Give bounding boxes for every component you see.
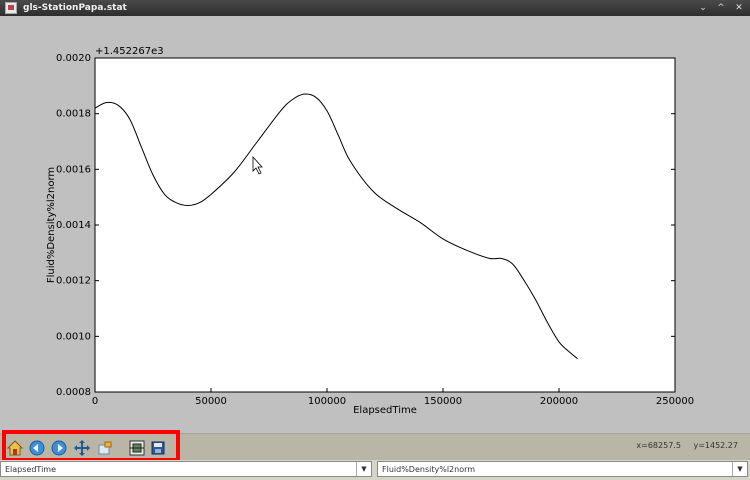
x-axis-label: ElapsedTime bbox=[353, 405, 417, 416]
y-field-value: Fluid%Density%l2norm bbox=[382, 464, 476, 474]
field-selector-row: ElapsedTime ▼ Fluid%Density%l2norm ▼ bbox=[0, 460, 750, 480]
coordinate-readout: x=68257.5 y=1452.27 bbox=[626, 441, 738, 450]
maximize-button[interactable]: ^ bbox=[714, 1, 728, 15]
app-icon bbox=[5, 2, 17, 14]
x-field-value: ElapsedTime bbox=[5, 464, 57, 474]
x-tick-label: 150000 bbox=[424, 396, 462, 407]
x-tick-label: 0 bbox=[92, 396, 98, 407]
plot-canvas[interactable]: +1.452267e3 0 50000 100000 150000 200000 2500… bbox=[0, 16, 750, 433]
y-tick-label: 0.0014 bbox=[56, 220, 91, 231]
x-field-select[interactable]: ElapsedTime ▼ bbox=[0, 461, 372, 477]
x-tick-label: 100000 bbox=[308, 396, 346, 407]
y-tick-label: 0.0012 bbox=[56, 276, 91, 287]
y-tick-label: 0.0020 bbox=[56, 53, 91, 64]
x-coordinate: x=68257.5 bbox=[636, 441, 681, 450]
chart: +1.452267e3 0 50000 100000 150000 200000 2500… bbox=[46, 46, 694, 416]
app-window: gls-StationPapa.stat ⌄ ^ ✕ +1.452267e3 0… bbox=[0, 0, 750, 480]
window-title: gls-StationPapa.stat bbox=[23, 3, 127, 13]
y-coordinate: y=1452.27 bbox=[693, 441, 738, 450]
y-tick-label: 0.0010 bbox=[56, 331, 91, 342]
close-button[interactable]: ✕ bbox=[732, 1, 746, 15]
x-tick-label: 50000 bbox=[195, 396, 227, 407]
x-tick-label: 200000 bbox=[540, 396, 578, 407]
title-bar: gls-StationPapa.stat ⌄ ^ ✕ bbox=[0, 0, 750, 16]
x-tick-label: 250000 bbox=[656, 396, 694, 407]
y-field-select[interactable]: Fluid%Density%l2norm ▼ bbox=[377, 461, 748, 477]
minimize-button[interactable]: ⌄ bbox=[696, 1, 710, 15]
plot-area bbox=[94, 57, 676, 393]
chevron-down-icon: ▼ bbox=[356, 462, 371, 476]
y-tick-label: 0.0016 bbox=[56, 164, 91, 175]
y-axis-label: Fluid%Density%l2norm bbox=[46, 167, 57, 283]
y-tick-label: 0.0018 bbox=[56, 109, 91, 120]
toolbar-highlight-box bbox=[2, 430, 180, 462]
offset-label: +1.452267e3 bbox=[95, 46, 164, 57]
chevron-down-icon: ▼ bbox=[732, 462, 747, 476]
y-tick-label: 0.0008 bbox=[56, 387, 91, 398]
